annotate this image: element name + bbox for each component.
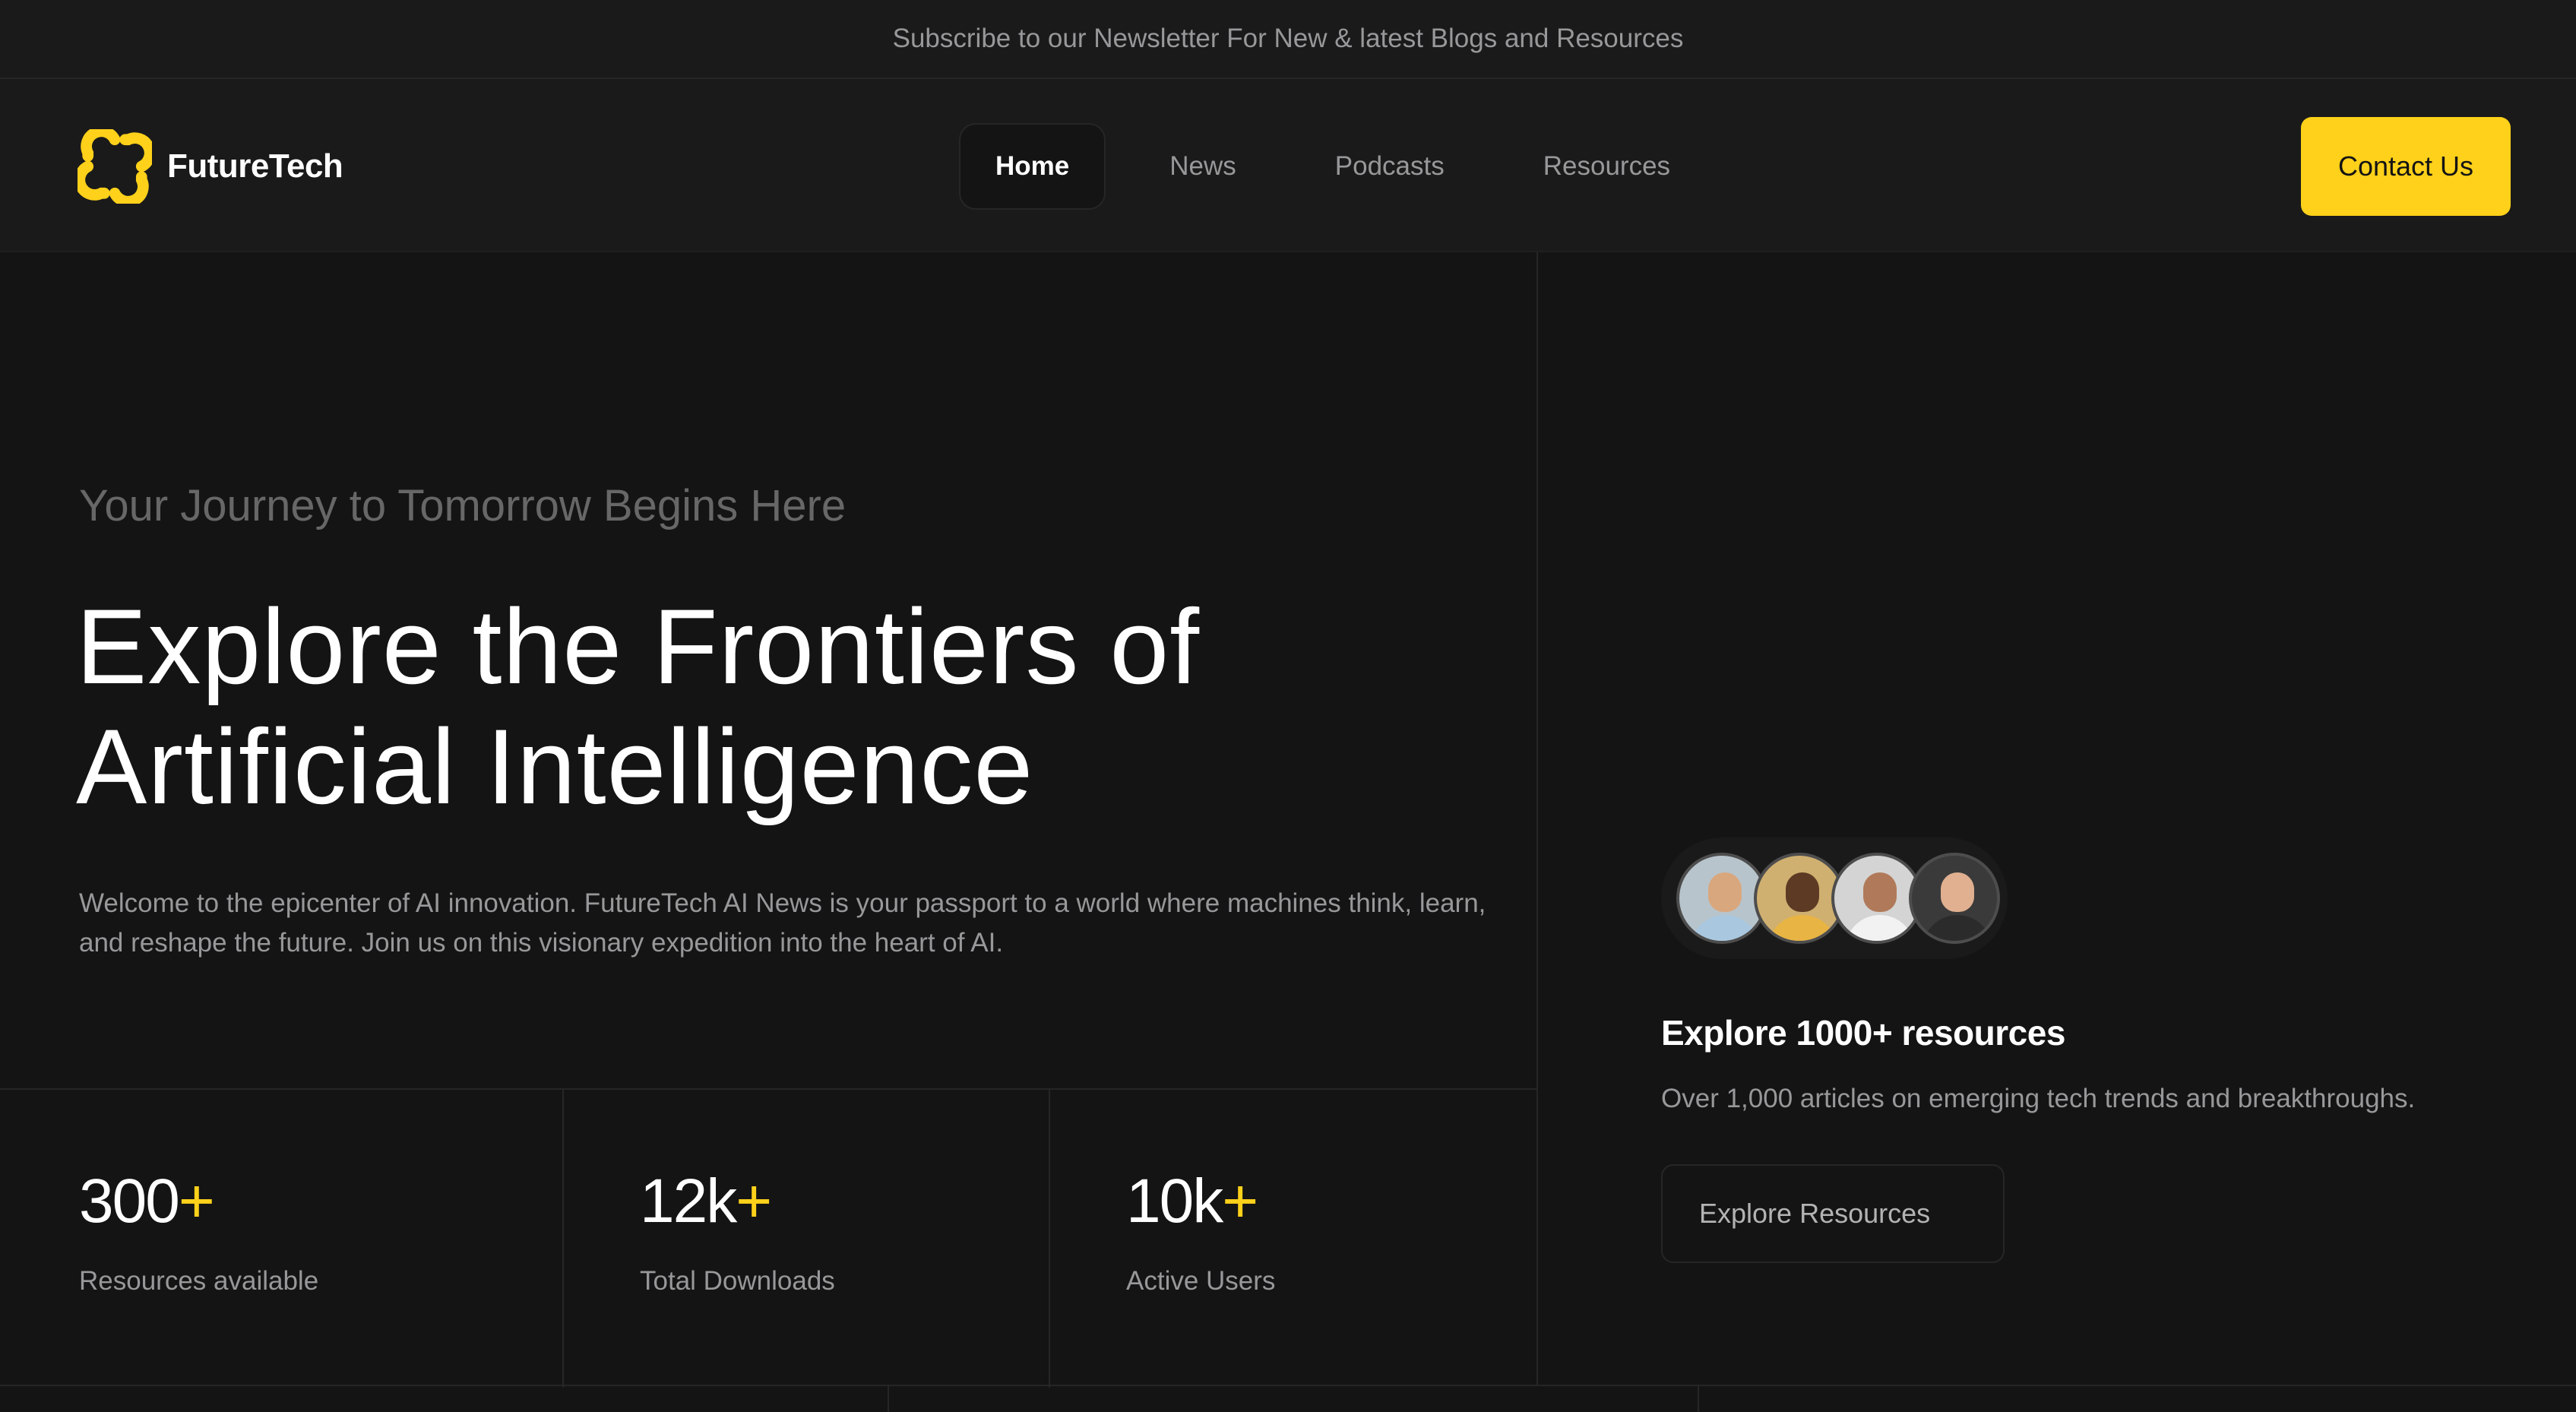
stat-value: 300+ [79, 1166, 215, 1237]
user-avatar-4 [1909, 853, 2000, 944]
brand-name: FutureTech [167, 147, 343, 185]
brand-logo[interactable]: FutureTech [78, 129, 343, 204]
hero-description: Welcome to the epicenter of AI innovatio… [79, 888, 1486, 958]
stats-row: 300+ Resources available 12k+ Total Down… [0, 1088, 1538, 1388]
nav-home[interactable]: Home [959, 123, 1106, 210]
hero-headline-line-2: Artificial Intelligence [76, 707, 1034, 826]
stat-users: 10k+ Active Users [1050, 1090, 1536, 1388]
stat-value: 10k+ [1126, 1166, 1258, 1237]
newsletter-banner-text: Subscribe to our Newsletter For New & la… [892, 24, 1684, 53]
contact-us-button[interactable]: Contact Us [2301, 117, 2511, 216]
site-header: FutureTech Home News Podcasts Resources … [0, 79, 2576, 252]
divider-tick [888, 1386, 889, 1412]
stat-downloads: 12k+ Total Downloads [564, 1090, 1050, 1388]
nav-resources[interactable]: Resources [1508, 123, 1705, 210]
stat-number: 12k [640, 1167, 737, 1236]
hero-tagline: Your Journey to Tomorrow Begins Here [79, 481, 847, 530]
resources-panel: Explore 1000+ resources Over 1,000 artic… [1540, 252, 2576, 1386]
stat-number: 10k [1126, 1167, 1223, 1236]
nav-podcasts[interactable]: Podcasts [1300, 123, 1479, 210]
stat-plus: + [736, 1167, 772, 1236]
stat-label: Resources available [79, 1266, 319, 1296]
resources-title: Explore 1000+ resources [1661, 1013, 2065, 1053]
hero-headline: Explore the Frontiers of Artificial Inte… [76, 587, 1444, 827]
newsletter-banner[interactable]: Subscribe to our Newsletter For New & la… [0, 0, 2576, 79]
stat-value: 12k+ [640, 1166, 772, 1237]
stat-plus: + [178, 1167, 215, 1236]
stat-number: 300 [79, 1167, 180, 1236]
stat-label: Total Downloads [640, 1266, 835, 1296]
divider-tick [1698, 1386, 1699, 1412]
explore-resources-button[interactable]: Explore Resources [1661, 1164, 2005, 1263]
stat-resources: 300+ Resources available [0, 1090, 564, 1388]
futuretech-logo-icon [78, 129, 152, 204]
section-divider [0, 1385, 2576, 1412]
avatar-group [1661, 837, 2008, 959]
hero-section: Your Journey to Tomorrow Begins Here Exp… [0, 252, 1538, 1088]
resources-description: Over 1,000 articles on emerging tech tre… [1661, 1084, 2416, 1113]
stat-label: Active Users [1126, 1266, 1276, 1296]
hero-headline-line-1: Explore the Frontiers of [76, 587, 1201, 706]
stat-plus: + [1222, 1167, 1258, 1236]
main-nav: Home News Podcasts Resources [959, 123, 1734, 210]
nav-news[interactable]: News [1135, 123, 1271, 210]
